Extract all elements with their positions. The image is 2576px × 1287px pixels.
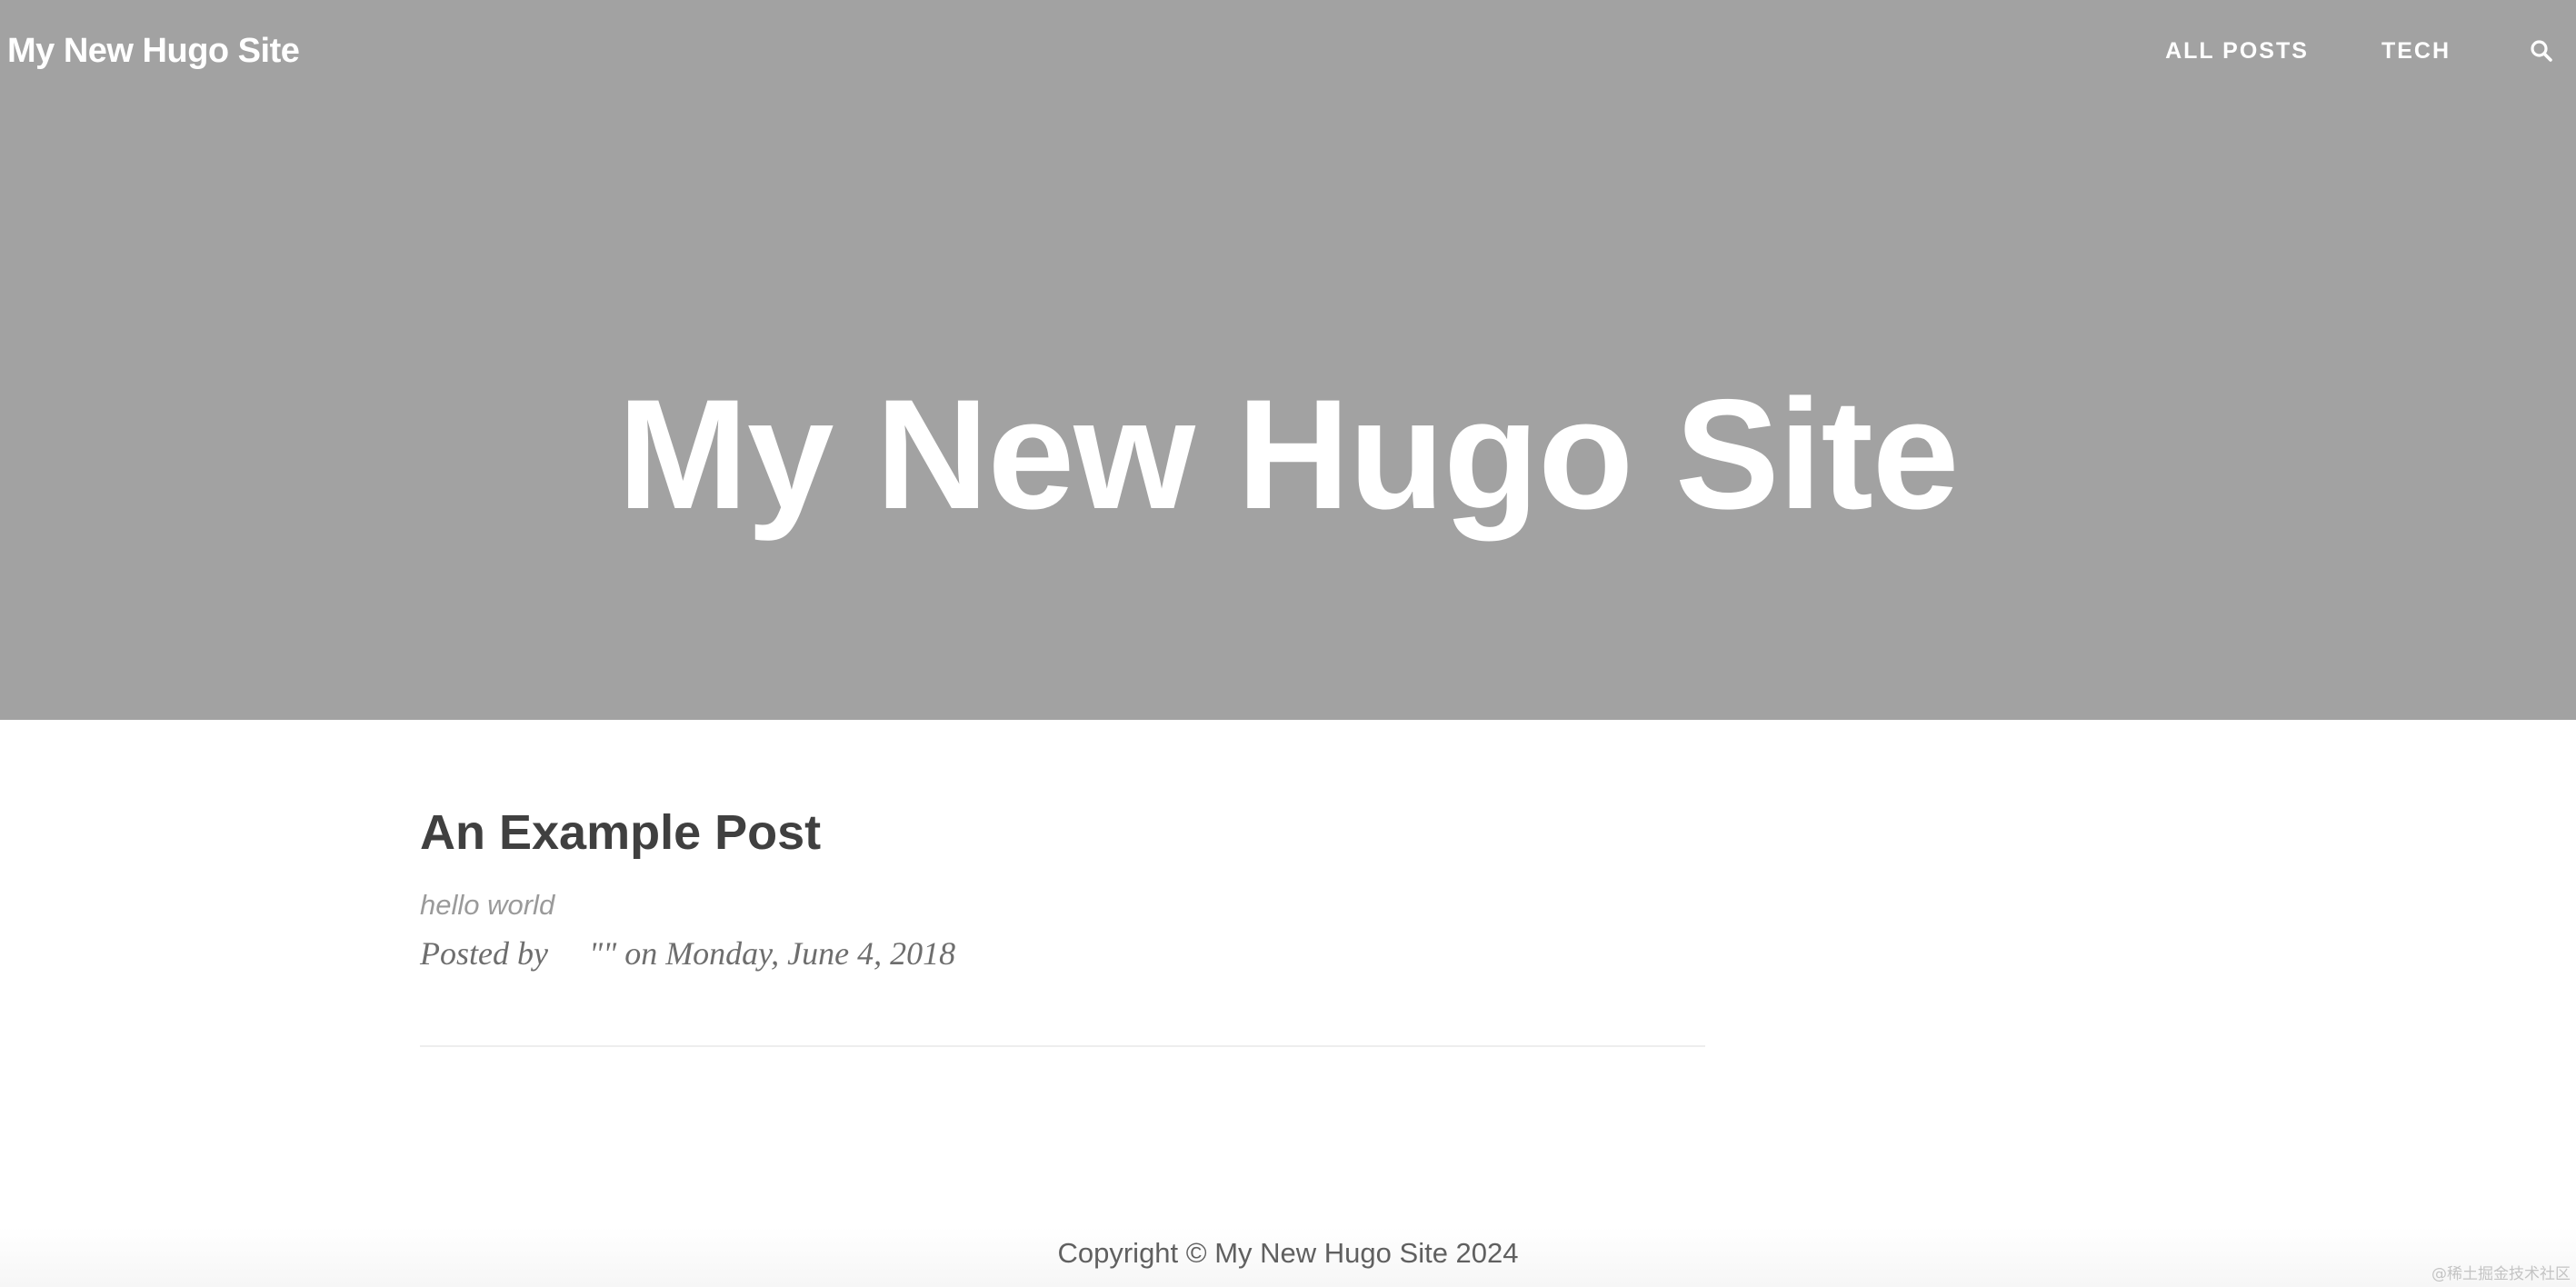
hero-header: My New Hugo Site ALL POSTS TECH My New H… [0, 0, 2576, 720]
nav-link-all-posts[interactable]: ALL POSTS [2165, 38, 2309, 65]
hero-title: My New Hugo Site [617, 367, 1960, 543]
search-button[interactable] [2523, 33, 2560, 69]
post-meta: Posted by "" on Monday, June 4, 2018 [420, 935, 956, 972]
copyright-text: Copyright © My New Hugo Site 2024 [1057, 1237, 1519, 1269]
watermark: @稀土掘金技术社区 [2431, 1265, 2571, 1283]
post-subtitle: hello world [420, 889, 555, 921]
site-brand-link[interactable]: My New Hugo Site [7, 27, 300, 75]
post-title-link[interactable]: An Example Post [420, 800, 1705, 865]
nav-link-tech[interactable]: TECH [2381, 38, 2451, 65]
page: My New Hugo Site ALL POSTS TECH My New H… [0, 0, 2576, 1287]
footer: Copyright © My New Hugo Site 2024 [0, 1227, 2576, 1287]
search-icon [2531, 40, 2552, 62]
post-preview: An Example Post hello world Posted by ""… [420, 800, 1705, 976]
post-divider [420, 1045, 1705, 1047]
main-nav: ALL POSTS TECH [2165, 27, 2576, 75]
